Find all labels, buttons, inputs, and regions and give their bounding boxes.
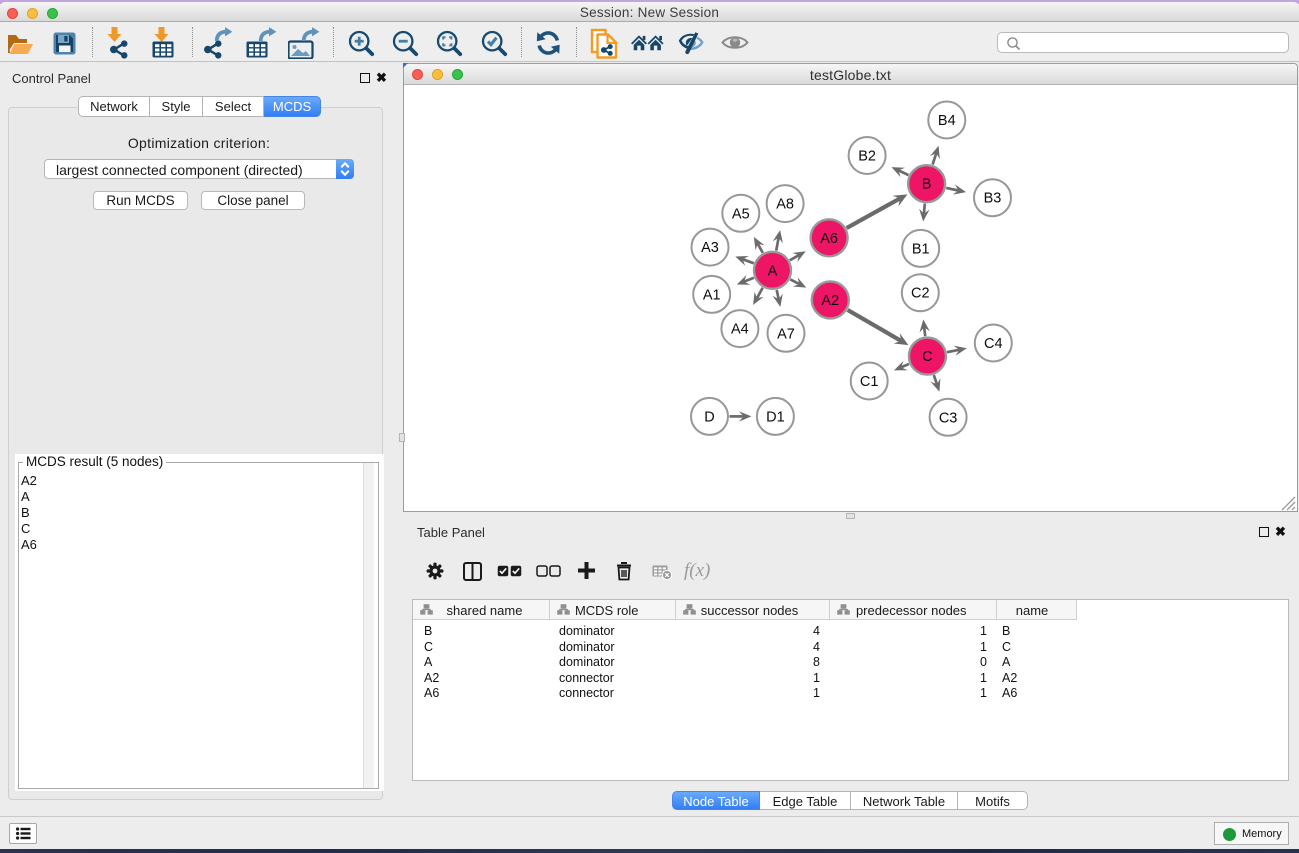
svg-text:B: B [922, 177, 932, 193]
svg-text:B3: B3 [984, 191, 1002, 207]
svg-text:A4: A4 [731, 322, 749, 338]
svg-text:D: D [704, 409, 714, 425]
svg-text:A1: A1 [703, 287, 721, 303]
svg-text:A5: A5 [732, 206, 750, 222]
svg-text:C2: C2 [911, 286, 930, 302]
svg-text:C3: C3 [939, 410, 958, 426]
svg-text:A6: A6 [820, 231, 838, 247]
svg-text:B2: B2 [858, 149, 876, 165]
svg-text:A: A [768, 263, 778, 279]
svg-text:D1: D1 [766, 409, 785, 425]
svg-text:C: C [922, 349, 932, 365]
svg-text:A3: A3 [701, 240, 719, 256]
svg-text:A8: A8 [776, 197, 794, 213]
svg-text:C1: C1 [860, 374, 879, 390]
svg-text:A7: A7 [777, 326, 795, 342]
svg-text:C4: C4 [984, 336, 1003, 352]
svg-text:B4: B4 [938, 113, 956, 129]
svg-text:A2: A2 [821, 293, 839, 309]
svg-text:B1: B1 [912, 241, 930, 257]
